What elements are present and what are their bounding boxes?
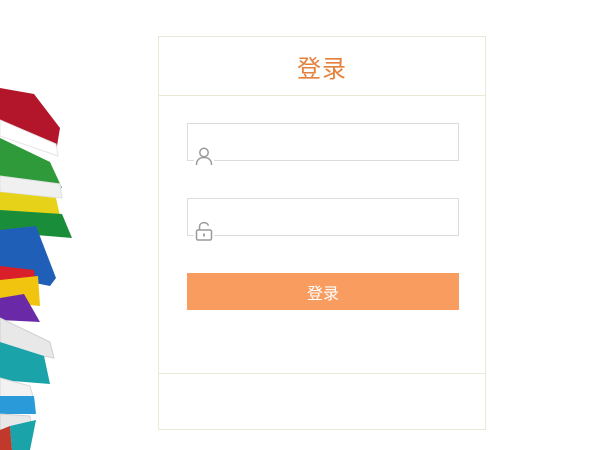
login-title: 登录 [297,54,347,83]
lock-icon [194,221,214,241]
password-field[interactable] [187,198,459,241]
book-stack-icon [0,88,72,450]
login-button[interactable]: 登录 [187,273,459,310]
login-header: 登录 [159,37,485,96]
login-card: 登录 登录 [158,36,486,430]
password-input[interactable] [222,199,458,237]
login-footer [159,373,485,429]
username-input[interactable] [222,124,458,162]
user-icon [194,146,214,166]
username-field[interactable] [187,123,459,166]
